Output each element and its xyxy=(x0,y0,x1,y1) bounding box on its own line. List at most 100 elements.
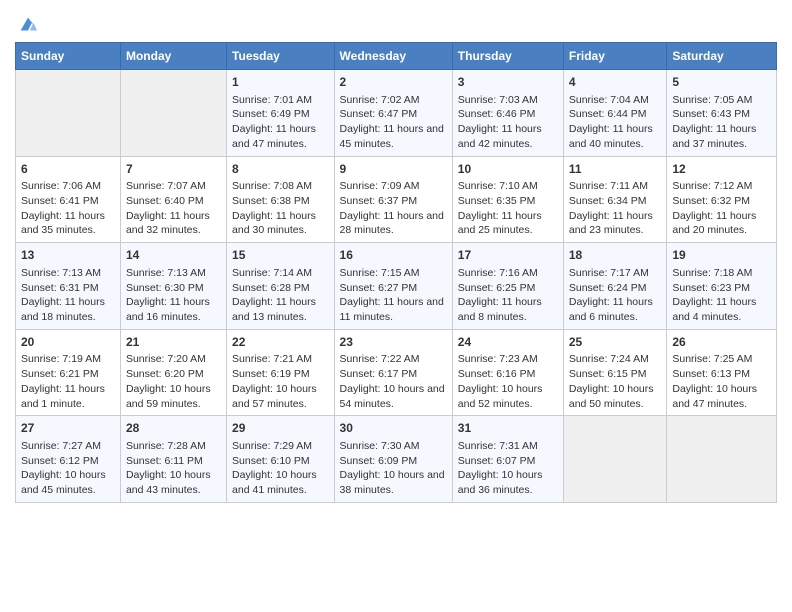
day-number: 9 xyxy=(340,161,447,178)
day-info: Daylight: 11 hours and 37 minutes. xyxy=(672,122,771,151)
day-info: Sunrise: 7:10 AM xyxy=(458,179,558,194)
day-info: Daylight: 10 hours and 45 minutes. xyxy=(21,468,115,497)
day-number: 24 xyxy=(458,334,558,351)
day-info: Sunrise: 7:18 AM xyxy=(672,266,771,281)
day-info: Daylight: 11 hours and 18 minutes. xyxy=(21,295,115,324)
week-row-2: 6Sunrise: 7:06 AMSunset: 6:41 PMDaylight… xyxy=(16,156,777,243)
header-row: SundayMondayTuesdayWednesdayThursdayFrid… xyxy=(16,43,777,70)
day-info: Daylight: 11 hours and 6 minutes. xyxy=(569,295,662,324)
week-row-5: 27Sunrise: 7:27 AMSunset: 6:12 PMDayligh… xyxy=(16,416,777,503)
day-info: Sunset: 6:17 PM xyxy=(340,367,447,382)
day-info: Sunrise: 7:27 AM xyxy=(21,439,115,454)
day-info: Sunset: 6:21 PM xyxy=(21,367,115,382)
day-number: 14 xyxy=(126,247,221,264)
header-day-friday: Friday xyxy=(563,43,667,70)
day-info: Daylight: 11 hours and 23 minutes. xyxy=(569,209,662,238)
day-info: Daylight: 11 hours and 25 minutes. xyxy=(458,209,558,238)
day-number: 20 xyxy=(21,334,115,351)
day-info: Daylight: 11 hours and 8 minutes. xyxy=(458,295,558,324)
day-info: Sunset: 6:24 PM xyxy=(569,281,662,296)
day-number: 12 xyxy=(672,161,771,178)
day-info: Sunrise: 7:31 AM xyxy=(458,439,558,454)
day-info: Sunset: 6:23 PM xyxy=(672,281,771,296)
header-day-wednesday: Wednesday xyxy=(334,43,452,70)
day-number: 27 xyxy=(21,420,115,437)
day-info: Daylight: 11 hours and 16 minutes. xyxy=(126,295,221,324)
calendar-cell: 23Sunrise: 7:22 AMSunset: 6:17 PMDayligh… xyxy=(334,329,452,416)
day-info: Sunset: 6:44 PM xyxy=(569,107,662,122)
calendar-cell: 14Sunrise: 7:13 AMSunset: 6:30 PMDayligh… xyxy=(120,243,226,330)
day-info: Sunrise: 7:09 AM xyxy=(340,179,447,194)
day-info: Sunrise: 7:24 AM xyxy=(569,352,662,367)
day-info: Sunset: 6:09 PM xyxy=(340,454,447,469)
day-number: 30 xyxy=(340,420,447,437)
day-info: Daylight: 10 hours and 54 minutes. xyxy=(340,382,447,411)
day-info: Sunset: 6:19 PM xyxy=(232,367,329,382)
day-number: 2 xyxy=(340,74,447,91)
day-number: 22 xyxy=(232,334,329,351)
day-number: 6 xyxy=(21,161,115,178)
day-info: Sunrise: 7:22 AM xyxy=(340,352,447,367)
day-number: 16 xyxy=(340,247,447,264)
calendar-cell: 25Sunrise: 7:24 AMSunset: 6:15 PMDayligh… xyxy=(563,329,667,416)
day-number: 3 xyxy=(458,74,558,91)
day-info: Sunset: 6:47 PM xyxy=(340,107,447,122)
day-info: Sunrise: 7:05 AM xyxy=(672,93,771,108)
day-info: Sunset: 6:37 PM xyxy=(340,194,447,209)
calendar-header: SundayMondayTuesdayWednesdayThursdayFrid… xyxy=(16,43,777,70)
day-number: 8 xyxy=(232,161,329,178)
calendar-cell xyxy=(16,70,121,157)
calendar-cell: 5Sunrise: 7:05 AMSunset: 6:43 PMDaylight… xyxy=(667,70,777,157)
day-info: Sunrise: 7:29 AM xyxy=(232,439,329,454)
logo xyxy=(15,14,39,36)
header-day-sunday: Sunday xyxy=(16,43,121,70)
calendar-cell: 28Sunrise: 7:28 AMSunset: 6:11 PMDayligh… xyxy=(120,416,226,503)
header-day-thursday: Thursday xyxy=(452,43,563,70)
calendar-cell: 10Sunrise: 7:10 AMSunset: 6:35 PMDayligh… xyxy=(452,156,563,243)
day-info: Sunset: 6:11 PM xyxy=(126,454,221,469)
day-number: 19 xyxy=(672,247,771,264)
day-info: Sunset: 6:16 PM xyxy=(458,367,558,382)
day-info: Daylight: 11 hours and 30 minutes. xyxy=(232,209,329,238)
day-info: Sunset: 6:43 PM xyxy=(672,107,771,122)
day-info: Sunset: 6:31 PM xyxy=(21,281,115,296)
week-row-3: 13Sunrise: 7:13 AMSunset: 6:31 PMDayligh… xyxy=(16,243,777,330)
day-info: Sunset: 6:25 PM xyxy=(458,281,558,296)
day-info: Sunrise: 7:07 AM xyxy=(126,179,221,194)
day-info: Daylight: 11 hours and 4 minutes. xyxy=(672,295,771,324)
calendar-cell: 19 Sunrise: 7:18 AMSunset: 6:23 PMDayligh… xyxy=(667,243,777,330)
calendar-cell: 17Sunrise: 7:16 AMSunset: 6:25 PMDayligh… xyxy=(452,243,563,330)
day-info: Daylight: 11 hours and 28 minutes. xyxy=(340,209,447,238)
calendar-cell: 22Sunrise: 7:21 AMSunset: 6:19 PMDayligh… xyxy=(227,329,335,416)
calendar-table: SundayMondayTuesdayWednesdayThursdayFrid… xyxy=(15,42,777,503)
calendar-cell: 21Sunrise: 7:20 AMSunset: 6:20 PMDayligh… xyxy=(120,329,226,416)
calendar-cell: 9Sunrise: 7:09 AMSunset: 6:37 PMDaylight… xyxy=(334,156,452,243)
day-info: Sunset: 6:34 PM xyxy=(569,194,662,209)
day-info: Sunrise: 7:16 AM xyxy=(458,266,558,281)
calendar-cell: 6Sunrise: 7:06 AMSunset: 6:41 PMDaylight… xyxy=(16,156,121,243)
week-row-1: 1Sunrise: 7:01 AMSunset: 6:49 PMDaylight… xyxy=(16,70,777,157)
day-number: 4 xyxy=(569,74,662,91)
day-info: Daylight: 10 hours and 38 minutes. xyxy=(340,468,447,497)
calendar-cell: 27Sunrise: 7:27 AMSunset: 6:12 PMDayligh… xyxy=(16,416,121,503)
day-number: 29 xyxy=(232,420,329,437)
day-info: Sunrise: 7:30 AM xyxy=(340,439,447,454)
day-info: Daylight: 11 hours and 13 minutes. xyxy=(232,295,329,324)
day-number: 18 xyxy=(569,247,662,264)
day-number: 28 xyxy=(126,420,221,437)
calendar-cell xyxy=(120,70,226,157)
day-info: Sunrise: 7:14 AM xyxy=(232,266,329,281)
day-info: Sunrise: 7:13 AM xyxy=(126,266,221,281)
day-info: Daylight: 10 hours and 52 minutes. xyxy=(458,382,558,411)
day-info: Sunrise: 7:17 AM xyxy=(569,266,662,281)
header-day-tuesday: Tuesday xyxy=(227,43,335,70)
day-info: Sunrise: 7:04 AM xyxy=(569,93,662,108)
day-info: Sunset: 6:49 PM xyxy=(232,107,329,122)
day-info: Sunset: 6:38 PM xyxy=(232,194,329,209)
day-info: Sunrise: 7:25 AM xyxy=(672,352,771,367)
day-info: Daylight: 11 hours and 35 minutes. xyxy=(21,209,115,238)
week-row-4: 20Sunrise: 7:19 AMSunset: 6:21 PMDayligh… xyxy=(16,329,777,416)
day-info: Sunrise: 7:20 AM xyxy=(126,352,221,367)
day-info: Sunset: 6:15 PM xyxy=(569,367,662,382)
day-info: Sunrise: 7:15 AM xyxy=(340,266,447,281)
